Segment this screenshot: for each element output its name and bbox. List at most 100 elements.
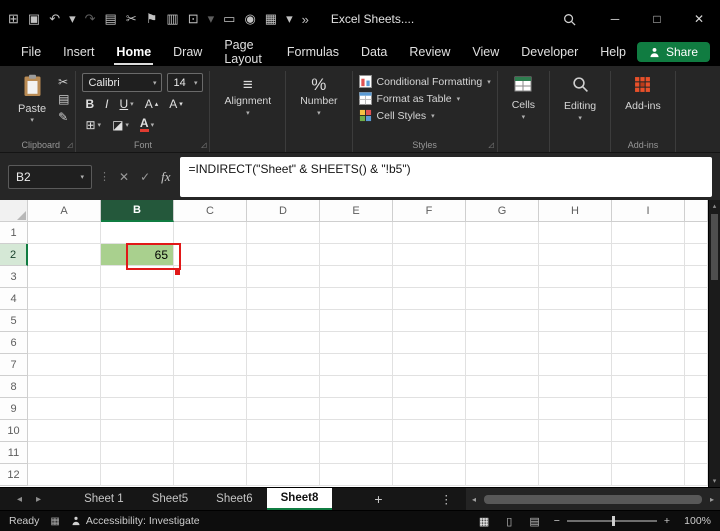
- cell-F7[interactable]: [393, 354, 466, 376]
- row-header-12[interactable]: 12: [0, 464, 28, 486]
- cell-H4[interactable]: [539, 288, 612, 310]
- cell-C4[interactable]: [174, 288, 247, 310]
- undo-dropdown-icon[interactable]: ▾: [69, 11, 76, 27]
- row-header-8[interactable]: 8: [0, 376, 28, 398]
- sheet-tab-sheet5[interactable]: Sheet5: [138, 488, 202, 510]
- cell-H12[interactable]: [539, 464, 612, 486]
- cell-E11[interactable]: [320, 442, 393, 464]
- cell-D4[interactable]: [247, 288, 320, 310]
- cell-G4[interactable]: [466, 288, 539, 310]
- cut-icon[interactable]: ✂: [126, 11, 137, 27]
- cell-C12[interactable]: [174, 464, 247, 486]
- zoom-in-button[interactable]: +: [664, 515, 670, 527]
- copy-icon[interactable]: ▤: [105, 11, 117, 27]
- cell-G7[interactable]: [466, 354, 539, 376]
- cell-I1[interactable]: [612, 222, 685, 244]
- cell-F8[interactable]: [393, 376, 466, 398]
- cell-E8[interactable]: [320, 376, 393, 398]
- column-header-I[interactable]: I: [612, 200, 685, 222]
- column-header-D[interactable]: D: [247, 200, 320, 222]
- cell-I4[interactable]: [612, 288, 685, 310]
- cell-B11[interactable]: [101, 442, 174, 464]
- zoom-slider-thumb[interactable]: [612, 516, 615, 526]
- editing-button[interactable]: Editing ▾: [556, 72, 604, 122]
- cell-E1[interactable]: [320, 222, 393, 244]
- cell-B9[interactable]: [101, 398, 174, 420]
- cell-H6[interactable]: [539, 332, 612, 354]
- cell-G1[interactable]: [466, 222, 539, 244]
- column-header-E[interactable]: E: [320, 200, 393, 222]
- vertical-scrollbar[interactable]: ▴ ▾: [708, 200, 720, 487]
- cell-C5[interactable]: [174, 310, 247, 332]
- cell-I11[interactable]: [612, 442, 685, 464]
- number-button[interactable]: % Number ▾: [292, 72, 345, 117]
- tab-draw[interactable]: Draw: [162, 38, 213, 66]
- vertical-scrollbar-thumb[interactable]: [711, 214, 718, 280]
- cell-D5[interactable]: [247, 310, 320, 332]
- cell-E10[interactable]: [320, 420, 393, 442]
- alignment-button[interactable]: ≡ Alignment ▾: [216, 72, 279, 117]
- row-header-7[interactable]: 7: [0, 354, 28, 376]
- format-as-table-button[interactable]: Format as Table ▾: [359, 92, 491, 105]
- sheet-nav-left-icon[interactable]: ◂: [10, 494, 29, 505]
- tab-developer[interactable]: Developer: [510, 38, 589, 66]
- cell-I2[interactable]: [612, 244, 685, 266]
- cell-D10[interactable]: [247, 420, 320, 442]
- horizontal-scrollbar-thumb[interactable]: [484, 495, 702, 504]
- cell-A6[interactable]: [28, 332, 101, 354]
- copy-icon[interactable]: ▤: [58, 92, 69, 106]
- cell-D7[interactable]: [247, 354, 320, 376]
- cell-D12[interactable]: [247, 464, 320, 486]
- cell-C11[interactable]: [174, 442, 247, 464]
- paste-special-icon[interactable]: ⊡: [188, 11, 199, 27]
- cell-F9[interactable]: [393, 398, 466, 420]
- cell-F12[interactable]: [393, 464, 466, 486]
- cell-C10[interactable]: [174, 420, 247, 442]
- cell-E12[interactable]: [320, 464, 393, 486]
- font-size-select[interactable]: 14 ▾: [167, 73, 203, 92]
- flag-icon[interactable]: ⚑: [146, 11, 158, 27]
- chart-icon[interactable]: ▥: [166, 11, 178, 27]
- normal-view-icon[interactable]: ▦: [476, 515, 492, 528]
- column-header-G[interactable]: G: [466, 200, 539, 222]
- cell-B8[interactable]: [101, 376, 174, 398]
- table-icon[interactable]: ▦: [265, 11, 277, 27]
- cell-B1[interactable]: [101, 222, 174, 244]
- cell-A7[interactable]: [28, 354, 101, 376]
- cell-H8[interactable]: [539, 376, 612, 398]
- decrease-font-button[interactable]: A▾: [166, 94, 186, 113]
- cell-A11[interactable]: [28, 442, 101, 464]
- save-icon[interactable]: ▣: [28, 11, 40, 27]
- horizontal-scrollbar[interactable]: ◂ ▸: [466, 488, 720, 510]
- increase-font-button[interactable]: A▴: [142, 94, 162, 113]
- cell-H9[interactable]: [539, 398, 612, 420]
- cell-H7[interactable]: [539, 354, 612, 376]
- cell-H2[interactable]: [539, 244, 612, 266]
- cell-H11[interactable]: [539, 442, 612, 464]
- zoom-out-button[interactable]: −: [554, 515, 560, 527]
- cell-B3[interactable]: [101, 266, 174, 288]
- font-dialog-launcher-icon[interactable]: ◿: [201, 141, 206, 149]
- formula-input[interactable]: =INDIRECT("Sheet" & SHEETS() & "!b5"): [180, 157, 712, 197]
- tab-file[interactable]: File: [10, 38, 52, 66]
- cell-I7[interactable]: [612, 354, 685, 376]
- tab-review[interactable]: Review: [398, 38, 461, 66]
- sheet-menu-icon[interactable]: ⋮: [441, 492, 453, 506]
- italic-button[interactable]: I: [102, 94, 111, 113]
- borders-button[interactable]: ⊞ ▾: [82, 115, 104, 134]
- cell-A5[interactable]: [28, 310, 101, 332]
- cell-E6[interactable]: [320, 332, 393, 354]
- cell-A12[interactable]: [28, 464, 101, 486]
- tab-formulas[interactable]: Formulas: [276, 38, 350, 66]
- cell-G12[interactable]: [466, 464, 539, 486]
- table-dropdown-icon[interactable]: ▾: [286, 11, 293, 27]
- insert-function-icon[interactable]: fx: [159, 169, 172, 185]
- column-header-H[interactable]: H: [539, 200, 612, 222]
- cell-B7[interactable]: [101, 354, 174, 376]
- cell-B4[interactable]: [101, 288, 174, 310]
- cell-F11[interactable]: [393, 442, 466, 464]
- cell-H3[interactable]: [539, 266, 612, 288]
- sheet-tab-sheet6[interactable]: Sheet6: [202, 488, 266, 510]
- cell-F10[interactable]: [393, 420, 466, 442]
- tab-help[interactable]: Help: [589, 38, 637, 66]
